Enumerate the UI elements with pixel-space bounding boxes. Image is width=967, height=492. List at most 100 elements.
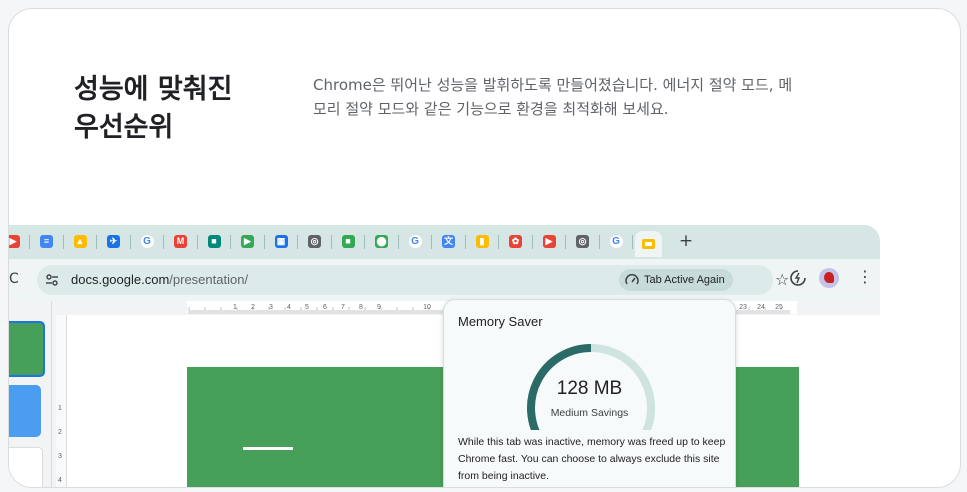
slide-thumbnail-2[interactable] (9, 385, 41, 437)
tab-separator (498, 235, 499, 249)
browser-tab[interactable]: ≡ (39, 233, 55, 249)
flight-icon: ✈ (107, 234, 120, 248)
google-icon: G (140, 234, 154, 248)
memory-savings-value: 128 MB (556, 378, 623, 399)
browser-tab[interactable]: ▶ (9, 233, 21, 249)
browser-tab[interactable]: ◎ (307, 233, 323, 249)
browser-tab[interactable]: ▶ (240, 233, 256, 249)
google-translate-icon: 文 (442, 234, 455, 248)
browser-tab[interactable]: ✿ (508, 233, 524, 249)
google-calendar-icon: ▦ (274, 234, 288, 248)
tab-separator (230, 235, 231, 249)
slide-thumbnail-1[interactable] (9, 321, 45, 377)
tab-separator (632, 235, 633, 249)
new-tab-button[interactable]: + (676, 231, 696, 251)
speedometer-icon (625, 274, 639, 285)
tab-status-chip[interactable]: Tab Active Again (619, 269, 733, 291)
ruler-label: 24 (757, 304, 765, 311)
ruler-label: 6 (323, 304, 327, 311)
google-drive-icon: ▲ (73, 234, 87, 248)
browser-tab[interactable]: 文 (441, 233, 457, 249)
browser-tab[interactable]: ◎ (575, 233, 591, 249)
browser-tab[interactable]: ▲ (72, 233, 88, 249)
headline-line-2: 우선순위 (74, 112, 174, 143)
tab-separator (196, 235, 198, 249)
browser-tab[interactable]: M (173, 233, 189, 249)
chrome-icon: ◎ (308, 234, 321, 248)
ruler-label: 4 (287, 304, 291, 311)
ruler-label: 1 (233, 304, 237, 311)
ruler-label: 8 (359, 304, 363, 311)
browser-tab[interactable]: G (608, 233, 624, 249)
tab-separator (263, 235, 265, 249)
tab-separator (96, 235, 97, 249)
tab-strip: + ▶ ≡ ▲ ✈ G M ■ ▶ ▦ ◎ ■ ⬤ G 文 ▮ ✿ ▶ ◎ G (9, 225, 880, 259)
tab-separator (330, 235, 332, 249)
browser-tab[interactable]: ✈ (106, 233, 122, 249)
gmail-icon: M (174, 234, 187, 248)
google-icon: G (408, 234, 422, 248)
youtube-icon: ▶ (9, 234, 20, 248)
active-tab[interactable] (635, 231, 662, 257)
ruler-label: 3 (269, 304, 273, 311)
url-path: /presentation/ (169, 272, 249, 287)
tab-separator (397, 235, 399, 249)
google-photos-icon: ✿ (509, 234, 522, 248)
vertical-ruler: 1 2 3 4 (56, 315, 67, 487)
browser-tab[interactable]: G (139, 233, 155, 249)
performance-icon[interactable] (789, 269, 807, 287)
browser-tab[interactable]: ⬤ (374, 233, 390, 249)
browser-tab[interactable]: ▦ (273, 233, 289, 249)
google-play-icon: ▶ (241, 234, 254, 248)
tab-separator (431, 235, 432, 249)
tab-separator (62, 235, 64, 249)
ruler-label: 2 (251, 304, 255, 311)
chrome-icon: ◎ (576, 234, 589, 248)
reload-icon[interactable]: C (9, 271, 19, 287)
slide-thumbnail-3[interactable] (9, 447, 43, 487)
browser-tab[interactable]: ■ (340, 233, 356, 249)
vertical-ruler-label: 3 (58, 453, 62, 460)
vertical-ruler-label: 1 (58, 405, 62, 412)
bookmark-star-icon[interactable]: ☆ (775, 270, 789, 289)
browser-tab[interactable]: G (407, 233, 423, 249)
vertical-ruler-label: 2 (58, 429, 62, 436)
slide-filmstrip (9, 301, 52, 487)
feature-headline: 성능에 맞춰진 우선순위 (74, 71, 294, 147)
tab-separator (129, 235, 131, 249)
address-bar[interactable]: docs.google.com/presentation/ Tab Active… (37, 265, 789, 295)
url-text: docs.google.com/presentation/ (71, 272, 248, 287)
ruler-label: 10 (423, 304, 431, 311)
browser-tab[interactable]: ■ (206, 233, 222, 249)
tab-separator (297, 235, 298, 249)
google-keep-icon: ▮ (475, 234, 489, 248)
slide-title-placeholder[interactable] (243, 447, 293, 450)
google-docs-icon: ≡ (40, 234, 53, 248)
tab-separator (531, 235, 533, 249)
memory-savings-label: Medium Savings (550, 407, 629, 419)
google-chat-icon: ■ (341, 234, 355, 248)
ruler-label: 9 (377, 304, 381, 311)
browser-tab[interactable]: ▮ (474, 233, 490, 249)
ruler-label: 23 (739, 304, 747, 311)
tab-separator (598, 235, 600, 249)
headline-line-1: 성능에 맞춰진 (74, 74, 233, 105)
site-info-icon[interactable] (45, 273, 59, 287)
profile-avatar[interactable] (819, 268, 839, 288)
tab-separator (565, 235, 566, 249)
memory-saver-bubble: Memory Saver 128 MB Medium Savings While… (443, 299, 736, 487)
memory-saver-title: Memory Saver (458, 314, 543, 329)
more-menu-icon[interactable]: ⋮ (857, 269, 873, 285)
url-host: docs.google.com (71, 272, 170, 287)
memory-saver-description: While this tab was inactive, memory was … (458, 436, 726, 482)
google-maps-icon: ⬤ (375, 234, 388, 248)
google-slides-icon (642, 239, 655, 249)
tab-separator (464, 235, 466, 249)
tab-separator (364, 235, 365, 249)
feature-card: 성능에 맞춰진 우선순위 Chrome은 뛰어난 성능을 발휘하도록 만들어졌습… (8, 8, 961, 488)
youtube-music-icon: ▶ (542, 234, 556, 248)
vertical-ruler-label: 4 (58, 477, 62, 484)
tab-status-label: Tab Active Again (644, 274, 725, 286)
google-icon: G (609, 234, 623, 248)
browser-tab[interactable]: ▶ (541, 233, 557, 249)
